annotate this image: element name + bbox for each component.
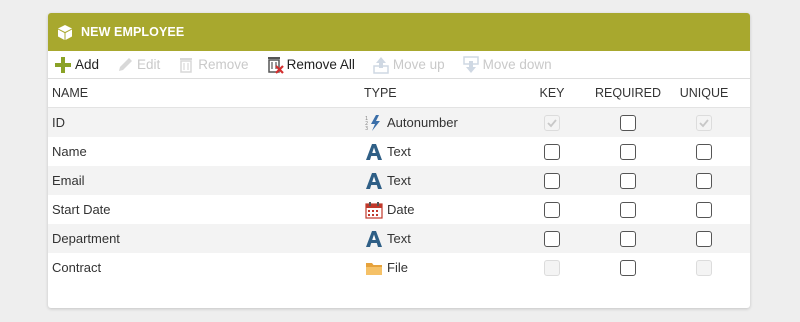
checkmark-icon — [699, 118, 709, 127]
move-down-label: Move down — [482, 57, 552, 72]
unique-cell — [664, 259, 744, 276]
text-icon — [364, 171, 384, 191]
required-checkbox[interactable] — [620, 143, 636, 160]
calendar-icon — [364, 200, 384, 220]
key-checkbox[interactable] — [544, 230, 560, 247]
field-type: Text — [360, 171, 512, 191]
remove-button[interactable]: Remove — [176, 55, 249, 75]
plus-icon — [53, 55, 73, 75]
required-cell — [592, 143, 664, 160]
column-header-name: NAME — [52, 86, 89, 100]
text-icon — [364, 142, 384, 162]
field-name: Contract — [52, 260, 102, 275]
edit-label: Edit — [137, 57, 161, 72]
column-header-unique: UNIQUE — [679, 86, 729, 100]
pencil-icon — [115, 55, 135, 75]
unique-checkbox[interactable] — [696, 143, 712, 160]
unique-checkbox[interactable] — [696, 172, 712, 189]
unique-checkbox[interactable] — [696, 230, 712, 247]
add-button[interactable]: Add — [53, 55, 99, 75]
unique-checkbox — [696, 259, 712, 276]
key-checkbox[interactable] — [544, 172, 560, 189]
field-type-label: File — [387, 260, 408, 275]
required-cell — [592, 230, 664, 247]
field-name: Department — [52, 231, 120, 246]
unique-cell — [664, 143, 744, 160]
key-checkbox — [544, 259, 560, 276]
move-up-button[interactable]: Move up — [371, 55, 445, 75]
table-row[interactable]: Start Date Date — [48, 195, 750, 224]
field-type: Date — [360, 200, 512, 220]
field-type: File — [360, 258, 512, 278]
checkmark-icon — [547, 118, 557, 127]
remove-all-label: Remove All — [286, 57, 355, 72]
column-header-type: TYPE — [364, 86, 397, 100]
trash-icon — [176, 55, 196, 75]
text-icon — [364, 229, 384, 249]
required-checkbox[interactable] — [620, 259, 636, 276]
required-checkbox[interactable] — [620, 201, 636, 218]
new-employee-panel: NEW EMPLOYEE Add Edit Remove Remove All — [48, 13, 750, 308]
field-type-label: Autonumber — [387, 115, 458, 130]
key-cell — [512, 143, 592, 160]
key-cell — [512, 230, 592, 247]
field-type: 1 2 3 Autonumber — [360, 113, 512, 133]
remove-all-button[interactable]: Remove All — [265, 55, 355, 75]
field-type-label: Text — [387, 231, 411, 246]
required-cell — [592, 114, 664, 131]
table-header: NAME TYPE KEY REQUIRED UNIQUE — [48, 79, 750, 108]
field-name: Email — [52, 173, 85, 188]
panel-header: NEW EMPLOYEE — [48, 13, 750, 51]
key-checkbox[interactable] — [544, 201, 560, 218]
column-header-key: KEY — [539, 86, 565, 100]
svg-text:3: 3 — [365, 126, 368, 132]
remove-label: Remove — [198, 57, 249, 72]
unique-cell — [664, 114, 744, 131]
table-row[interactable]: ID 1 2 3 Autonumber — [48, 108, 750, 137]
trash-x-icon — [265, 55, 285, 75]
field-type: Text — [360, 142, 512, 162]
upload-icon — [371, 55, 391, 75]
field-name: Start Date — [52, 202, 111, 217]
cube-icon — [56, 23, 74, 41]
unique-checkbox — [696, 114, 712, 131]
toolbar: Add Edit Remove Remove All Move up Move … — [48, 51, 750, 79]
column-header-required: REQUIRED — [595, 86, 661, 100]
table-row[interactable]: Name Text — [48, 137, 750, 166]
key-cell — [512, 201, 592, 218]
unique-cell — [664, 230, 744, 247]
key-cell — [512, 172, 592, 189]
unique-checkbox[interactable] — [696, 201, 712, 218]
table-row[interactable]: Department Text — [48, 224, 750, 253]
unique-cell — [664, 201, 744, 218]
key-checkbox — [544, 114, 560, 131]
field-type-label: Text — [387, 173, 411, 188]
field-list: ID 1 2 3 Autonumber Name Text Email Text Start Da… — [48, 108, 750, 282]
table-row[interactable]: Email Text — [48, 166, 750, 195]
download-icon — [461, 55, 481, 75]
field-name: Name — [52, 144, 87, 159]
add-label: Add — [75, 57, 100, 72]
unique-cell — [664, 172, 744, 189]
required-cell — [592, 172, 664, 189]
folder-icon — [364, 258, 384, 278]
required-cell — [592, 201, 664, 218]
required-checkbox[interactable] — [620, 172, 636, 189]
required-cell — [592, 259, 664, 276]
key-cell — [512, 114, 592, 131]
field-type: Text — [360, 229, 512, 249]
table-row[interactable]: Contract File — [48, 253, 750, 282]
field-type-label: Text — [387, 144, 411, 159]
move-up-label: Move up — [392, 57, 445, 72]
key-checkbox[interactable] — [544, 143, 560, 160]
required-checkbox[interactable] — [620, 230, 636, 247]
edit-button[interactable]: Edit — [115, 55, 160, 75]
required-checkbox[interactable] — [620, 114, 636, 131]
key-cell — [512, 259, 592, 276]
panel-title: NEW EMPLOYEE — [81, 25, 185, 39]
move-down-button[interactable]: Move down — [461, 55, 552, 75]
field-name: ID — [52, 115, 65, 130]
field-type-label: Date — [387, 202, 415, 217]
autonumber-icon: 123 — [364, 113, 384, 133]
